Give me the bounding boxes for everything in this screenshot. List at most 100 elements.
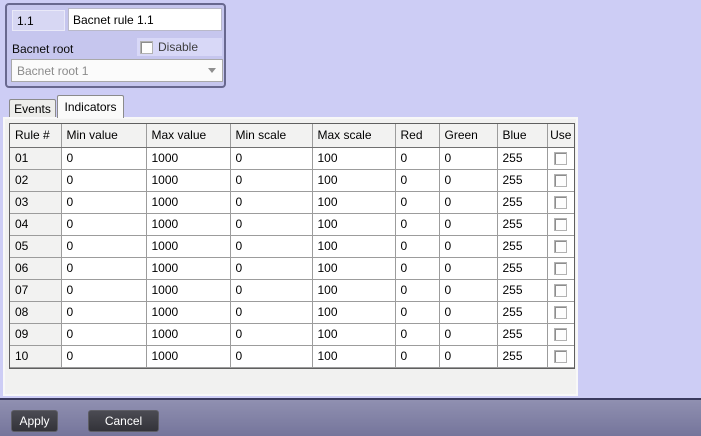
green-cell[interactable]: 0: [439, 279, 497, 301]
green-cell[interactable]: 0: [439, 345, 497, 367]
min-scale-cell[interactable]: 0: [230, 191, 312, 213]
rule-id-field[interactable]: [12, 10, 65, 31]
use-checkbox[interactable]: [554, 306, 567, 319]
blue-cell[interactable]: 255: [497, 345, 547, 367]
tab-events[interactable]: Events: [9, 99, 56, 117]
max-value-cell[interactable]: 1000: [146, 235, 230, 257]
column-header-max-scale[interactable]: Max scale: [312, 124, 395, 147]
use-cell[interactable]: [547, 213, 574, 235]
min-scale-cell[interactable]: 0: [230, 323, 312, 345]
blue-cell[interactable]: 255: [497, 147, 547, 169]
rule-name-field[interactable]: [68, 8, 222, 31]
use-checkbox[interactable]: [554, 218, 567, 231]
green-cell[interactable]: 0: [439, 147, 497, 169]
bacnet-root-dropdown[interactable]: Bacnet root 1: [11, 59, 223, 82]
column-header-use[interactable]: Use: [547, 124, 574, 147]
max-scale-cell[interactable]: 100: [312, 213, 395, 235]
use-cell[interactable]: [547, 279, 574, 301]
red-cell[interactable]: 0: [395, 345, 439, 367]
blue-cell[interactable]: 255: [497, 279, 547, 301]
min-scale-cell[interactable]: 0: [230, 345, 312, 367]
apply-button[interactable]: Apply: [11, 410, 58, 432]
column-header-max-value[interactable]: Max value: [146, 124, 230, 147]
max-scale-cell[interactable]: 100: [312, 301, 395, 323]
max-scale-cell[interactable]: 100: [312, 279, 395, 301]
cancel-button[interactable]: Cancel: [88, 410, 159, 432]
use-checkbox[interactable]: [554, 284, 567, 297]
max-scale-cell[interactable]: 100: [312, 345, 395, 367]
column-header-red[interactable]: Red: [395, 124, 439, 147]
use-checkbox[interactable]: [554, 152, 567, 165]
green-cell[interactable]: 0: [439, 301, 497, 323]
max-value-cell[interactable]: 1000: [146, 257, 230, 279]
blue-cell[interactable]: 255: [497, 235, 547, 257]
max-value-cell[interactable]: 1000: [146, 323, 230, 345]
use-cell[interactable]: [547, 323, 574, 345]
max-scale-cell[interactable]: 100: [312, 323, 395, 345]
use-checkbox[interactable]: [554, 174, 567, 187]
use-cell[interactable]: [547, 147, 574, 169]
red-cell[interactable]: 0: [395, 147, 439, 169]
green-cell[interactable]: 0: [439, 213, 497, 235]
green-cell[interactable]: 0: [439, 323, 497, 345]
use-checkbox[interactable]: [554, 350, 567, 363]
use-cell[interactable]: [547, 169, 574, 191]
column-header-min-scale[interactable]: Min scale: [230, 124, 312, 147]
min-value-cell[interactable]: 0: [61, 147, 146, 169]
max-scale-cell[interactable]: 100: [312, 147, 395, 169]
min-scale-cell[interactable]: 0: [230, 301, 312, 323]
use-cell[interactable]: [547, 301, 574, 323]
min-scale-cell[interactable]: 0: [230, 147, 312, 169]
max-value-cell[interactable]: 1000: [146, 279, 230, 301]
max-scale-cell[interactable]: 100: [312, 191, 395, 213]
min-scale-cell[interactable]: 0: [230, 235, 312, 257]
use-checkbox[interactable]: [554, 196, 567, 209]
use-checkbox[interactable]: [554, 262, 567, 275]
column-header-rule[interactable]: Rule #: [10, 124, 61, 147]
max-scale-cell[interactable]: 100: [312, 235, 395, 257]
red-cell[interactable]: 0: [395, 279, 439, 301]
red-cell[interactable]: 0: [395, 257, 439, 279]
min-scale-cell[interactable]: 0: [230, 213, 312, 235]
max-value-cell[interactable]: 1000: [146, 191, 230, 213]
use-cell[interactable]: [547, 191, 574, 213]
red-cell[interactable]: 0: [395, 235, 439, 257]
max-value-cell[interactable]: 1000: [146, 147, 230, 169]
column-header-min-value[interactable]: Min value: [61, 124, 146, 147]
red-cell[interactable]: 0: [395, 213, 439, 235]
min-value-cell[interactable]: 0: [61, 301, 146, 323]
red-cell[interactable]: 0: [395, 323, 439, 345]
min-value-cell[interactable]: 0: [61, 257, 146, 279]
disable-checkbox[interactable]: [140, 41, 153, 54]
min-value-cell[interactable]: 0: [61, 213, 146, 235]
blue-cell[interactable]: 255: [497, 301, 547, 323]
use-checkbox[interactable]: [554, 240, 567, 253]
min-value-cell[interactable]: 0: [61, 235, 146, 257]
max-scale-cell[interactable]: 100: [312, 257, 395, 279]
blue-cell[interactable]: 255: [497, 257, 547, 279]
min-scale-cell[interactable]: 0: [230, 257, 312, 279]
use-checkbox[interactable]: [554, 328, 567, 341]
blue-cell[interactable]: 255: [497, 213, 547, 235]
tab-indicators[interactable]: Indicators: [57, 95, 124, 118]
min-scale-cell[interactable]: 0: [230, 169, 312, 191]
use-cell[interactable]: [547, 257, 574, 279]
red-cell[interactable]: 0: [395, 301, 439, 323]
min-value-cell[interactable]: 0: [61, 345, 146, 367]
column-header-green[interactable]: Green: [439, 124, 497, 147]
max-value-cell[interactable]: 1000: [146, 213, 230, 235]
use-cell[interactable]: [547, 235, 574, 257]
max-value-cell[interactable]: 1000: [146, 169, 230, 191]
red-cell[interactable]: 0: [395, 191, 439, 213]
min-value-cell[interactable]: 0: [61, 279, 146, 301]
green-cell[interactable]: 0: [439, 257, 497, 279]
min-value-cell[interactable]: 0: [61, 323, 146, 345]
green-cell[interactable]: 0: [439, 235, 497, 257]
max-value-cell[interactable]: 1000: [146, 345, 230, 367]
blue-cell[interactable]: 255: [497, 169, 547, 191]
use-cell[interactable]: [547, 345, 574, 367]
min-scale-cell[interactable]: 0: [230, 279, 312, 301]
green-cell[interactable]: 0: [439, 191, 497, 213]
min-value-cell[interactable]: 0: [61, 191, 146, 213]
column-header-blue[interactable]: Blue: [497, 124, 547, 147]
